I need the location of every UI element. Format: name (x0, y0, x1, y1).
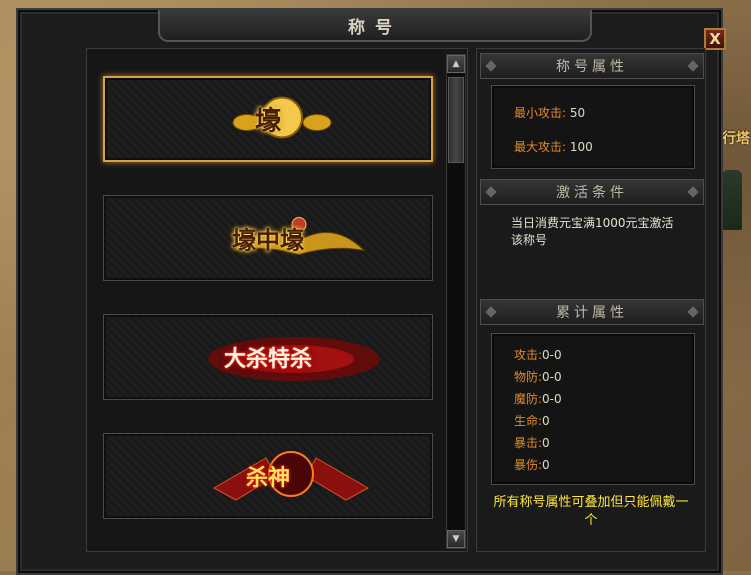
title-attributes-box: 最小攻击: 50 最大攻击: 100 (491, 85, 695, 169)
min-attack-row: 最小攻击: 50 (514, 104, 585, 121)
scrollbar-thumb[interactable] (448, 77, 464, 163)
stat-label: 暴伤: (514, 458, 543, 472)
stat-value: 0-0 (542, 370, 562, 384)
max-attack-label: 最大攻击: (514, 140, 567, 154)
title-card-sha-shen[interactable]: 杀神 (103, 433, 433, 519)
cumulative-row-hp: 生命:0 (514, 412, 550, 429)
window-title: 称号 (348, 17, 402, 38)
stat-label: 攻击: (514, 348, 543, 362)
title-badge-hao: 壕 (232, 96, 332, 139)
red-blades-icon (212, 451, 370, 501)
cumulative-row-magic-def: 魔防:0-0 (514, 390, 562, 407)
min-attack-label: 最小攻击: (514, 106, 567, 120)
stat-value: 0-0 (542, 348, 562, 362)
stat-label: 魔防: (514, 392, 543, 406)
stat-label: 生命: (514, 414, 543, 428)
title-name: 壕 (254, 106, 282, 137)
cumulative-box: 攻击:0-0 物防:0-0 魔防:0-0 生命:0 暴击:0 暴伤:0 (491, 333, 695, 485)
gold-ornament-icon (232, 96, 332, 139)
stat-label: 暴击: (514, 436, 543, 450)
title-name: 大杀特杀 (223, 346, 313, 372)
max-attack-row: 最大攻击: 100 (514, 138, 593, 155)
stat-label: 物防: (514, 370, 543, 384)
cumulative-header: 累计属性 (480, 299, 704, 325)
min-attack-value: 50 (569, 106, 586, 120)
stack-note: 所有称号属性可叠加但只能佩戴一个 (493, 495, 689, 528)
stat-value: 0 (542, 414, 550, 428)
title-list-panel: 壕 壕中壕 大杀特杀 杀神 (86, 48, 468, 552)
window-titlebar: 称号 (158, 10, 592, 42)
title-card-hao-zhong-hao[interactable]: 壕中壕 (103, 195, 433, 281)
stat-value: 0 (542, 436, 550, 450)
cumulative-row-crit: 暴击:0 (514, 434, 550, 451)
activation-condition: 当日消费元宝满1000元宝激活该称号 (511, 216, 674, 247)
arrow-up-icon[interactable]: ▲ (447, 55, 465, 73)
title-badge-da-sha-te-sha: 大杀特杀 (207, 337, 380, 381)
activation-header: 激活条件 (480, 179, 704, 205)
title-info-panel: 称号属性 最小攻击: 50 最大攻击: 100 激活条件 当日消费元宝满1000… (476, 48, 706, 552)
cumulative-row-attack: 攻击:0-0 (514, 346, 562, 363)
title-list-scrollbar[interactable]: ▲ ▼ (446, 54, 466, 549)
stat-value: 0-0 (542, 392, 562, 406)
cumulative-row-crit-dmg: 暴伤:0 (514, 456, 550, 473)
max-attack-value: 100 (569, 140, 593, 154)
title-attributes-header: 称号属性 (480, 53, 704, 79)
title-name: 壕中壕 (232, 225, 304, 255)
close-button[interactable]: X (704, 28, 726, 50)
cumulative-row-phys-def: 物防:0-0 (514, 368, 562, 385)
title-card-da-sha-te-sha[interactable]: 大杀特杀 (103, 314, 433, 400)
title-name: 杀神 (245, 465, 291, 491)
title-badge-sha-shen: 杀神 (212, 451, 370, 501)
title-badge-hao-zhong-hao: 壕中壕 (232, 217, 366, 256)
scene-npc-label: 行塔 (722, 131, 750, 147)
title-card-hao[interactable]: 壕 (103, 76, 433, 162)
title-window: 称号 X 壕 壕中壕 大杀特杀 杀神 ▲ ▼ 称号属性 最小攻击: 50 最大攻… (16, 8, 726, 575)
stat-value: 0 (542, 458, 550, 472)
scene-npc-figure (722, 170, 742, 230)
arrow-down-icon[interactable]: ▼ (447, 530, 465, 548)
